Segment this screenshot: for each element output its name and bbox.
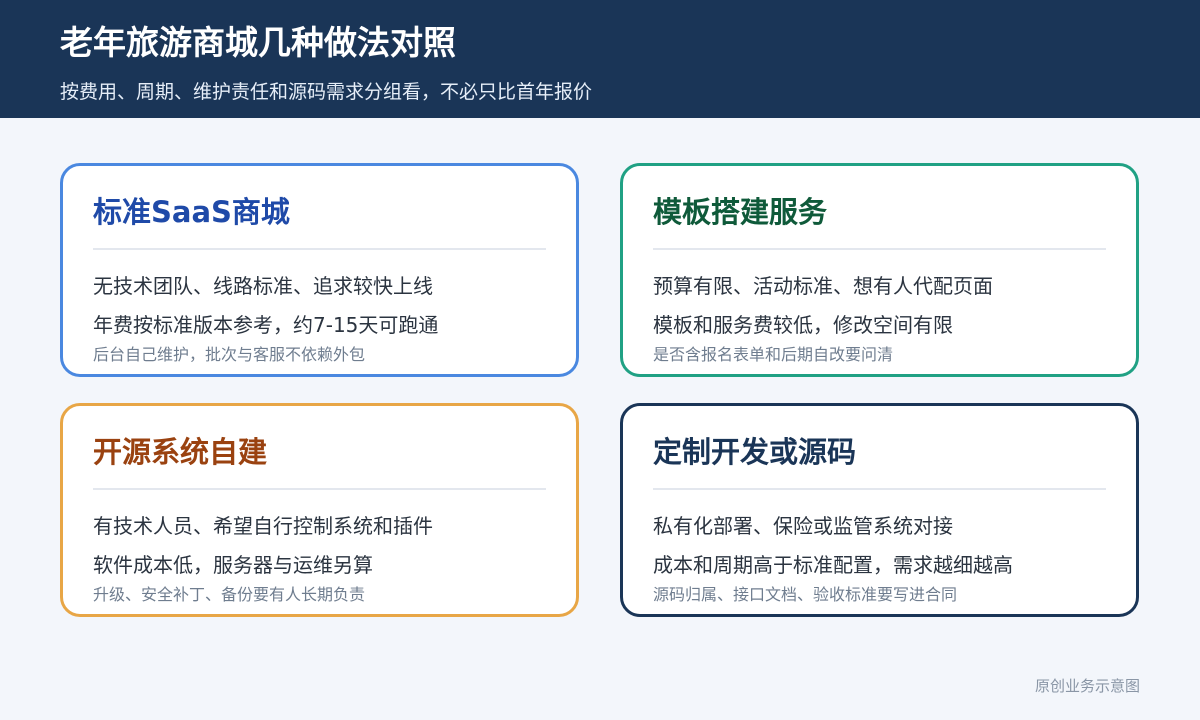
- card-line-scenario: 预算有限、活动标准、想有人代配页面: [653, 274, 993, 298]
- card-note: 是否含报名表单和后期自改要问清: [653, 345, 894, 364]
- card-title: 定制开发或源码: [653, 435, 857, 469]
- card-open-source: 开源系统自建 有技术人员、希望自行控制系统和插件 软件成本低，服务器与运维另算 …: [60, 403, 579, 617]
- card-line-scenario: 无技术团队、线路标准、追求较快上线: [93, 274, 433, 298]
- card-title: 模板搭建服务: [653, 195, 828, 229]
- page: 老年旅游商城几种做法对照 按费用、周期、维护责任和源码需求分组看，不必只比首年报…: [0, 0, 1200, 720]
- card-template-service: 模板搭建服务 预算有限、活动标准、想有人代配页面 模板和服务费较低，修改空间有限…: [620, 163, 1139, 377]
- page-title: 老年旅游商城几种做法对照: [60, 23, 456, 62]
- card-line-scenario: 私有化部署、保险或监管系统对接: [653, 514, 953, 538]
- footer-note: 原创业务示意图: [1034, 677, 1140, 695]
- card-custom-development: 定制开发或源码 私有化部署、保险或监管系统对接 成本和周期高于标准配置，需求越细…: [620, 403, 1139, 617]
- card-standard-saas: 标准SaaS商城 无技术团队、线路标准、追求较快上线 年费按标准版本参考，约7-…: [60, 163, 579, 377]
- card-divider: [93, 248, 546, 250]
- card-note: 源码归属、接口文档、验收标准要写进合同: [653, 585, 958, 604]
- card-line-cost: 模板和服务费较低，修改空间有限: [653, 313, 953, 337]
- card-line-scenario: 有技术人员、希望自行控制系统和插件: [93, 514, 433, 538]
- card-line-cost: 软件成本低，服务器与运维另算: [93, 553, 373, 577]
- header-banner: 老年旅游商城几种做法对照 按费用、周期、维护责任和源码需求分组看，不必只比首年报…: [0, 0, 1200, 118]
- page-subtitle: 按费用、周期、维护责任和源码需求分组看，不必只比首年报价: [60, 81, 593, 103]
- card-divider: [653, 488, 1106, 490]
- card-divider: [653, 248, 1106, 250]
- card-title: 开源系统自建: [93, 435, 268, 469]
- card-divider: [93, 488, 546, 490]
- card-note: 后台自己维护，批次与客服不依赖外包: [93, 345, 366, 364]
- card-note: 升级、安全补丁、备份要有人长期负责: [93, 585, 366, 604]
- card-line-cost: 年费按标准版本参考，约7-15天可跑通: [93, 313, 439, 337]
- card-title: 标准SaaS商城: [93, 195, 290, 229]
- card-line-cost: 成本和周期高于标准配置，需求越细越高: [653, 553, 1013, 577]
